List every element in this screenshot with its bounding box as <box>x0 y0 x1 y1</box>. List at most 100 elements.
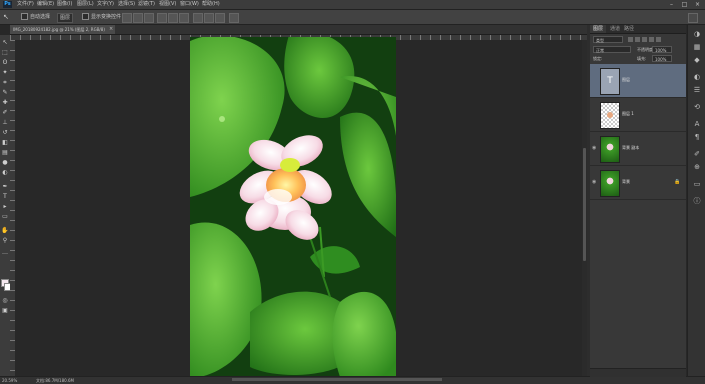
menu-bar: Ps 文件(F) 编辑(E) 图像(I) 图层(L) 文字(Y) 选择(S) 滤… <box>0 0 705 10</box>
dodge-tool-icon[interactable]: ◐ <box>1 169 9 177</box>
align-right-icon[interactable] <box>179 13 189 23</box>
layer-name[interactable]: 背景 <box>622 178 630 186</box>
blur-tool-icon[interactable]: ● <box>1 159 9 167</box>
layer-kind-filter[interactable]: 类型 <box>593 36 623 43</box>
flower-thumb-icon <box>607 112 613 118</box>
history-brush-tool-icon[interactable]: ↺ <box>1 129 9 137</box>
distribute-center-icon[interactable] <box>204 13 214 23</box>
auto-select-target-dropdown[interactable]: 图层 <box>57 13 74 23</box>
distribute-bottom-icon[interactable] <box>215 13 225 23</box>
layer-row-background-copy[interactable]: ◉ 背景 副本 <box>590 132 686 166</box>
pen-tool-icon[interactable]: ✒ <box>1 183 9 191</box>
vertical-scroll-thumb[interactable] <box>583 148 586 261</box>
distribute-top-icon[interactable] <box>193 13 203 23</box>
layer-name[interactable]: 背景 副本 <box>622 144 639 152</box>
align-left-icon[interactable] <box>157 13 167 23</box>
menu-select[interactable]: 选择(S) <box>118 1 135 8</box>
auto-select-checkbox[interactable]: 自动选择 <box>21 13 50 21</box>
healing-brush-tool-icon[interactable]: ✚ <box>1 99 9 107</box>
marquee-tool-icon[interactable]: ⬚ <box>1 49 9 57</box>
swatches-panel-icon[interactable]: ▦ <box>692 42 702 52</box>
adjustment-filter-icon[interactable] <box>635 37 640 42</box>
show-transform-checkbox[interactable]: 显示变换控件 <box>82 13 121 21</box>
horizontal-scroll-thumb[interactable] <box>232 378 442 381</box>
character-panel-icon[interactable]: A <box>692 119 702 129</box>
panel-tabs: 图层 通道 路径 <box>590 25 686 34</box>
paragraph-panel-icon[interactable]: ¶ <box>692 132 702 142</box>
screen-mode-icon[interactable]: ▣ <box>1 307 9 315</box>
layer-row-layer-1[interactable]: 图层 1 <box>590 98 686 132</box>
tab-layers[interactable]: 图层 <box>590 25 607 33</box>
menu-layer[interactable]: 图层(L) <box>77 1 94 8</box>
brush-panel-icon[interactable]: ✐ <box>692 149 702 159</box>
fill-input[interactable]: 100% <box>652 55 672 62</box>
auto-align-icon[interactable] <box>229 13 239 23</box>
lock-label: 锁定: <box>593 56 603 61</box>
layer-comps-panel-icon[interactable]: ▭ <box>692 179 702 189</box>
path-selection-tool-icon[interactable]: ▸ <box>1 203 9 211</box>
layers-panel-footer <box>590 368 686 377</box>
document-tab[interactable]: IMG_20180924182.jpg @ 21% (图层 2, RGB/8) <box>10 25 115 34</box>
color-panel-icon[interactable]: ◑ <box>692 29 702 39</box>
maximize-icon[interactable]: □ <box>680 1 689 8</box>
minimize-icon[interactable]: – <box>667 1 676 8</box>
align-hcenter-icon[interactable] <box>168 13 178 23</box>
layer-row-text[interactable]: T 图层 <box>590 64 686 98</box>
properties-panel-icon[interactable]: ☰ <box>692 85 702 95</box>
type-filter-icon[interactable] <box>642 37 647 42</box>
visibility-toggle[interactable] <box>592 77 598 83</box>
menu-edit[interactable]: 编辑(E) <box>37 1 54 8</box>
hand-tool-icon[interactable]: ✋ <box>1 227 9 235</box>
zoom-tool-icon[interactable]: ⚲ <box>1 237 9 245</box>
shape-tool-icon[interactable]: ▭ <box>1 213 9 221</box>
more-tools-icon[interactable]: … <box>1 249 9 257</box>
menu-image[interactable]: 图像(I) <box>57 1 72 8</box>
menu-file[interactable]: 文件(F) <box>17 1 34 8</box>
shape-filter-icon[interactable] <box>649 37 654 42</box>
menu-type[interactable]: 文字(Y) <box>97 1 114 8</box>
align-vcenter-icon[interactable] <box>133 13 143 23</box>
tab-paths[interactable]: 路径 <box>621 25 637 33</box>
menu-view[interactable]: 视图(V) <box>159 1 176 8</box>
align-bottom-icon[interactable] <box>144 13 154 23</box>
history-panel-icon[interactable]: ⟲ <box>692 102 702 112</box>
options-bar: ↖ 自动选择 图层 显示变换控件 <box>0 10 705 25</box>
menu-filter[interactable]: 滤镜(T) <box>138 1 155 8</box>
clone-source-panel-icon[interactable]: ⊕ <box>692 162 702 172</box>
layer-row-background[interactable]: ◉ 背景 🔒 <box>590 166 686 200</box>
eye-icon[interactable]: ◉ <box>592 145 598 151</box>
eye-icon[interactable]: ◉ <box>592 179 598 185</box>
crop-tool-icon[interactable]: ⌗ <box>1 79 9 87</box>
info-panel-icon[interactable]: ⓘ <box>692 196 702 206</box>
eraser-tool-icon[interactable]: ◧ <box>1 139 9 147</box>
eyedropper-tool-icon[interactable]: ✎ <box>1 89 9 97</box>
menu-help[interactable]: 帮助(H) <box>202 1 220 8</box>
smart-object-filter-icon[interactable] <box>656 37 661 42</box>
lasso-tool-icon[interactable]: ʘ <box>1 59 9 67</box>
layer-name[interactable]: 图层 <box>622 76 630 84</box>
align-top-icon[interactable] <box>122 13 132 23</box>
brush-tool-icon[interactable]: ✐ <box>1 109 9 117</box>
pixel-filter-icon[interactable] <box>628 37 633 42</box>
magic-wand-tool-icon[interactable]: ✦ <box>1 69 9 77</box>
gradient-tool-icon[interactable]: ▤ <box>1 149 9 157</box>
close-tab-icon[interactable]: × <box>109 25 113 34</box>
blend-mode-dropdown[interactable]: 正常 <box>593 46 631 53</box>
move-tool-icon[interactable]: ↖ <box>3 13 9 21</box>
document-tab-bar: IMG_20180924182.jpg @ 21% (图层 2, RGB/8) … <box>10 25 587 35</box>
type-tool-icon[interactable]: T <box>1 193 9 201</box>
layer-name[interactable]: 图层 1 <box>622 110 634 118</box>
close-icon[interactable]: × <box>693 1 702 8</box>
adjustments-panel-icon[interactable]: ◐ <box>692 72 702 82</box>
opacity-input[interactable]: 100% <box>652 46 672 53</box>
menu-window[interactable]: 窗口(W) <box>180 1 199 8</box>
quick-mask-icon[interactable]: ◎ <box>1 297 9 305</box>
clone-stamp-tool-icon[interactable]: ⊥ <box>1 119 9 127</box>
auto-select-label: 自动选择 <box>30 14 51 20</box>
workspace-icon[interactable] <box>688 13 698 23</box>
panel-icon-column: ◑ ▦ ◆ ◐ ☰ ⟲ A ¶ ✐ ⊕ ▭ ⓘ <box>687 25 705 376</box>
visibility-toggle[interactable] <box>592 111 598 117</box>
styles-panel-icon[interactable]: ◆ <box>692 55 702 65</box>
move-tool-icon[interactable]: ↖ <box>1 39 9 47</box>
lotus-photo[interactable] <box>190 37 396 377</box>
